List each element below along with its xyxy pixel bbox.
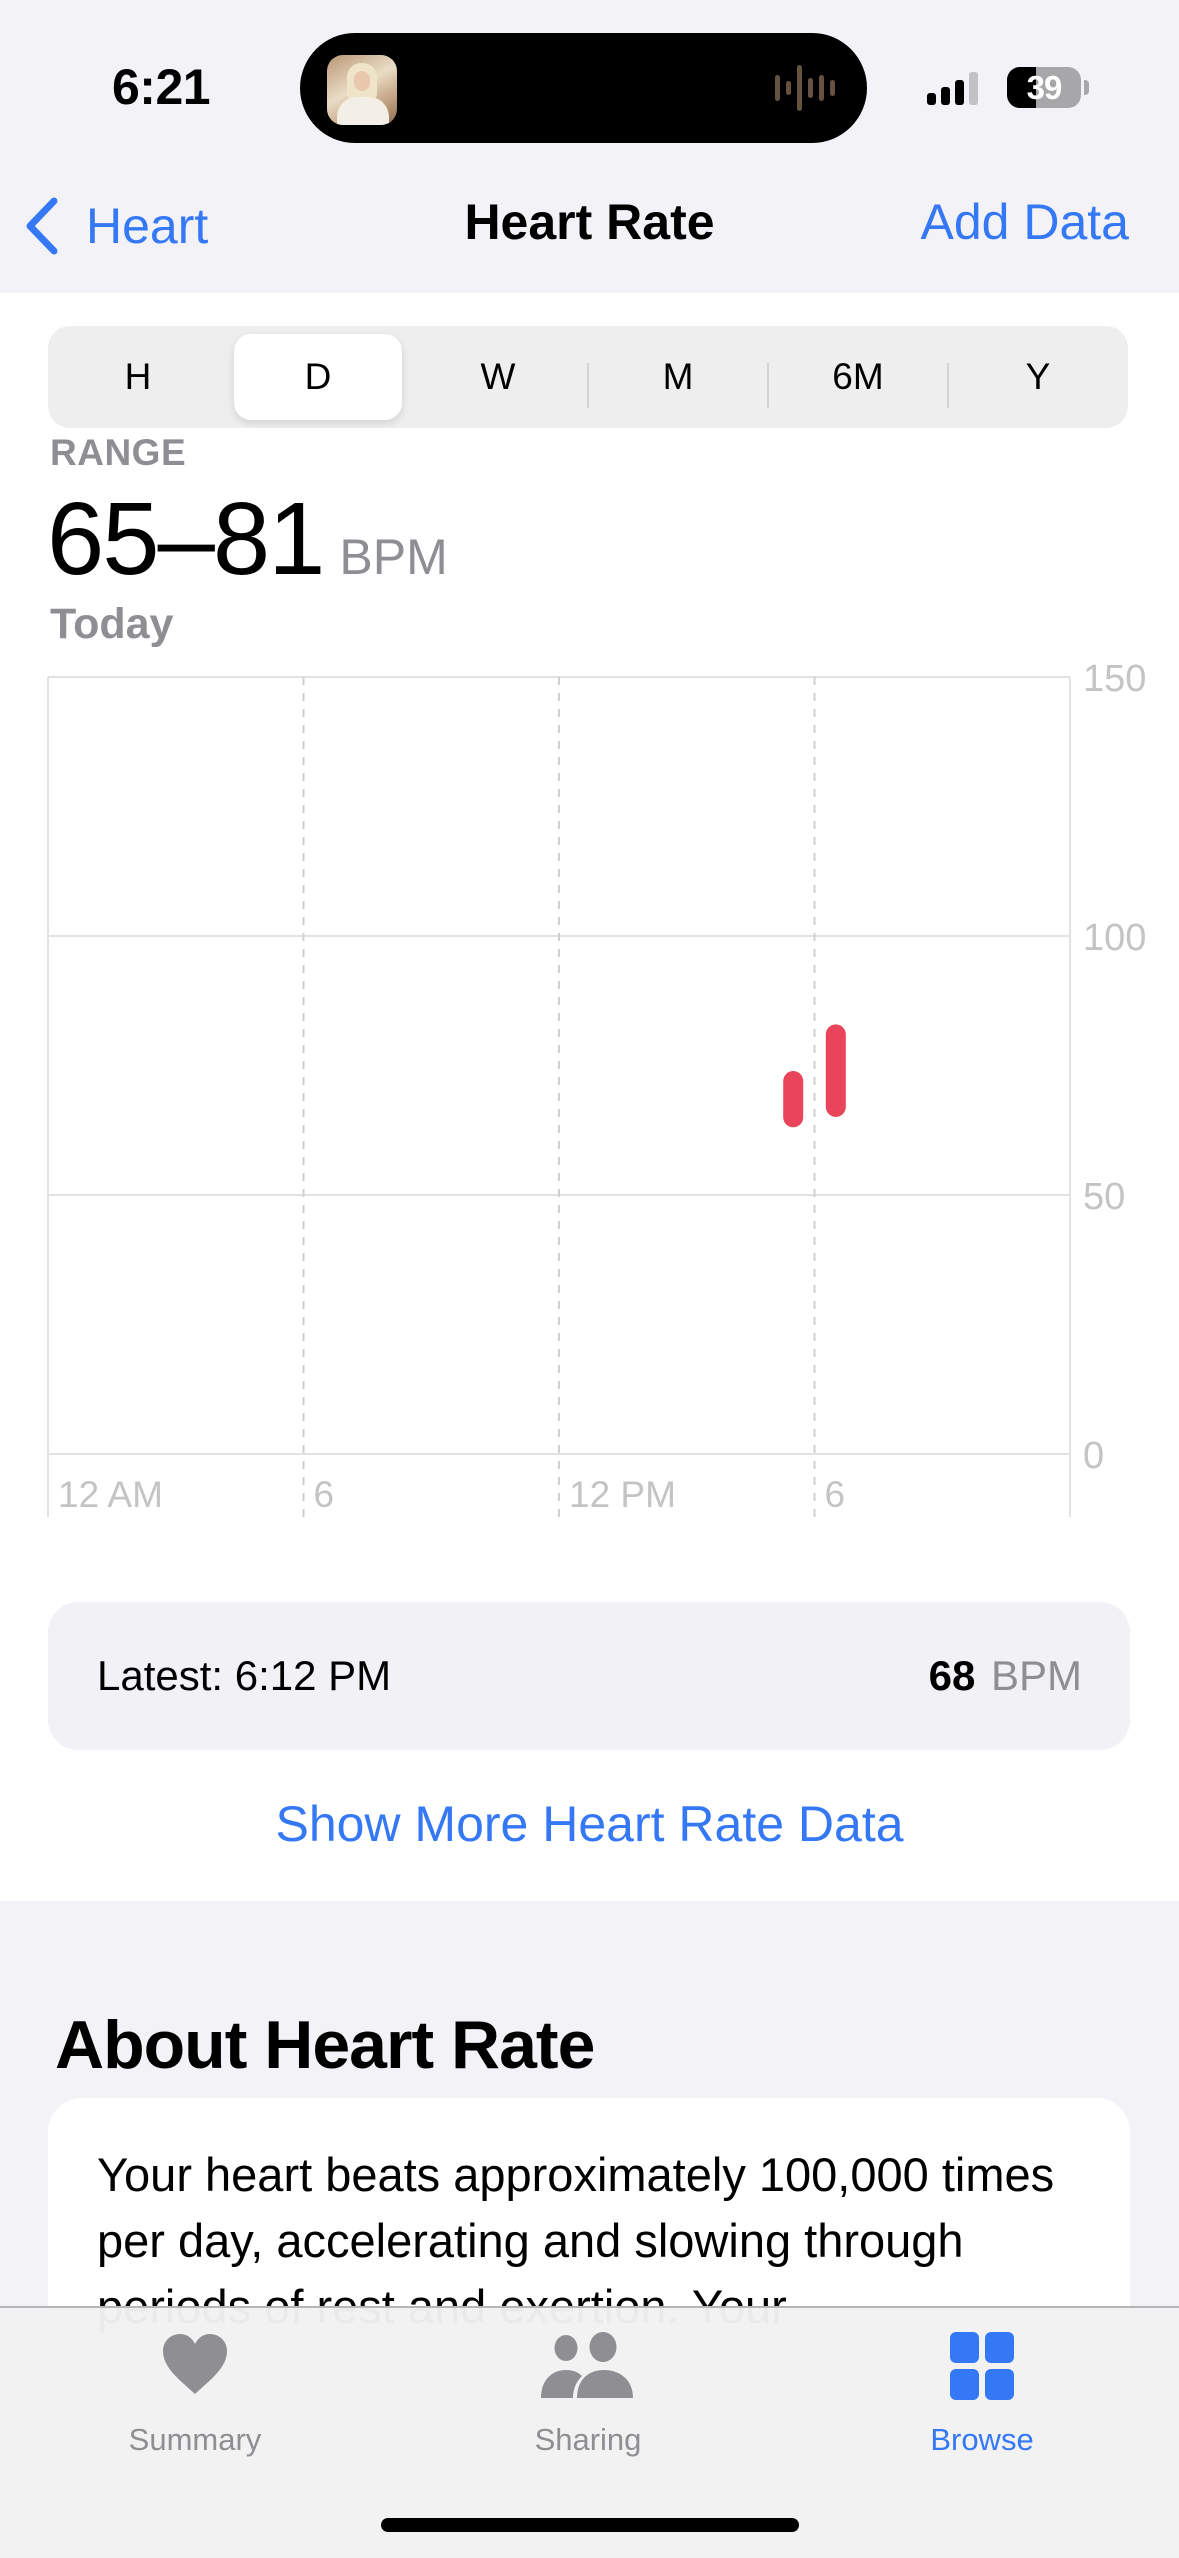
tab-label: Summary xyxy=(128,2422,262,2457)
dynamic-island[interactable] xyxy=(300,33,867,143)
x-tick-label: 6 xyxy=(314,1474,335,1515)
tab-sharing[interactable]: Sharing xyxy=(458,2308,718,2478)
range-period: Today xyxy=(50,600,174,648)
heart-rate-chart[interactable]: 150 100 50 0 12 AM 6 12 PM 6 xyxy=(0,660,1179,1540)
latest-unit: BPM xyxy=(990,1652,1082,1699)
people-icon xyxy=(541,2332,633,2398)
heart-rate-range-bar xyxy=(825,1024,846,1117)
battery-tip xyxy=(1084,80,1089,95)
segment-divider xyxy=(947,363,949,408)
heart-rate-range-bar xyxy=(783,1071,804,1128)
x-tick-label: 12 AM xyxy=(58,1474,163,1515)
waveform-icon xyxy=(775,65,835,111)
home-indicator xyxy=(381,2518,799,2532)
y-tick-label: 100 xyxy=(1083,917,1146,959)
segment-w[interactable]: W xyxy=(408,326,588,428)
segment-m[interactable]: M xyxy=(588,326,768,428)
latest-label: Latest: 6:12 PM xyxy=(97,1652,392,1699)
heart-icon xyxy=(163,2334,227,2394)
latest-reading-card[interactable]: Latest: 6:12 PM 68 BPM xyxy=(48,1602,1130,1750)
latest-value: 68 BPM xyxy=(929,1652,1082,1700)
tab-label: Sharing xyxy=(534,2422,642,2457)
battery-icon: 39 xyxy=(1007,67,1081,108)
x-tick-label: 12 PM xyxy=(569,1474,676,1515)
tab-label: Browse xyxy=(930,2422,1034,2457)
segment-d[interactable]: D xyxy=(234,334,402,420)
battery-percentage: 39 xyxy=(1026,68,1063,106)
range-summary: 65–81 BPM xyxy=(47,480,448,598)
cellular-signal-icon xyxy=(927,72,978,105)
range-value: 65–81 xyxy=(47,481,325,596)
y-tick-label: 150 xyxy=(1083,660,1146,700)
add-data-button[interactable]: Add Data xyxy=(921,193,1129,251)
grid-icon xyxy=(950,2332,1014,2400)
segment-h[interactable]: H xyxy=(48,326,228,428)
y-tick-label: 50 xyxy=(1083,1176,1125,1218)
about-heading: About Heart Rate xyxy=(55,2007,595,2083)
range-label: RANGE xyxy=(50,432,187,473)
latest-number: 68 xyxy=(928,1652,976,1699)
range-unit: BPM xyxy=(339,529,448,585)
tab-browse[interactable]: Browse xyxy=(852,2308,1112,2478)
y-tick-label: 0 xyxy=(1083,1435,1104,1477)
segment-divider xyxy=(587,363,589,408)
tab-summary[interactable]: Summary xyxy=(65,2308,325,2478)
segment-y[interactable]: Y xyxy=(948,326,1128,428)
album-art xyxy=(327,55,397,125)
show-more-heart-rate-data-link[interactable]: Show More Heart Rate Data xyxy=(0,1795,1179,1853)
segment-6m[interactable]: 6M xyxy=(768,326,948,428)
time-range-segmented-control: H D W M 6M Y xyxy=(48,326,1128,428)
segment-divider xyxy=(767,363,769,408)
x-tick-label: 6 xyxy=(825,1474,846,1515)
status-time: 6:21 xyxy=(112,59,211,115)
